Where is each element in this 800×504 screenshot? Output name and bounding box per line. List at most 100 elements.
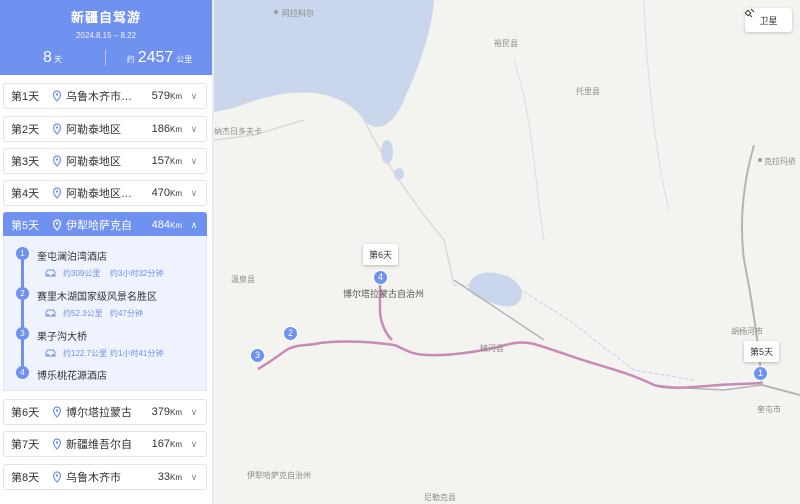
location-pin-icon <box>52 438 62 450</box>
location-pin-icon <box>52 406 62 418</box>
day-label: 第1天 <box>11 91 40 103</box>
day-row-4[interactable]: 第4天 阿勒泰地区… 470Km ∨ <box>3 180 207 206</box>
route-marker-4[interactable]: 4 <box>373 270 388 285</box>
map-label-jinghe: 精河县 <box>480 344 504 353</box>
route-marker-2[interactable]: 2 <box>283 326 298 341</box>
day-row-1[interactable]: 第1天 乌鲁木齐市… 579Km ∨ <box>3 83 207 109</box>
map-label-yumin: 裕民县 <box>494 39 518 48</box>
map-label-wenquan: 温泉县 <box>231 275 255 284</box>
segment-info: 约309公里 约3小时32分钟 <box>4 266 208 280</box>
map-label-tuoli: 托里县 <box>576 87 600 96</box>
stop-item[interactable]: 4 博乐桃花源酒店 <box>4 363 208 383</box>
day-row-5[interactable]: 第5天 伊犁哈萨克自… 484Km ∧ <box>3 212 207 238</box>
day-place: 阿勒泰地区… <box>66 188 131 200</box>
day-detail-panel: 1 奎屯澜泊湾酒店 约309公里 约3小时32分钟 2 赛里木湖国家级风景名胜区… <box>3 236 207 391</box>
segment-distance: 约52.3公里 <box>63 309 103 318</box>
day-place: 乌鲁木齐市 <box>66 472 121 484</box>
map-canvas <box>214 0 800 396</box>
route-marker-1[interactable]: 1 <box>753 366 768 381</box>
river <box>643 0 670 211</box>
stop-number: 2 <box>16 287 29 300</box>
satellite-label: 卫星 <box>759 15 778 26</box>
map-label-bortala: 博尔塔拉蒙古自治州 <box>343 289 425 299</box>
segment-info: 约122.7公里 约1小时41分钟 <box>4 346 208 360</box>
trip-title: 新疆自驾游 <box>70 10 141 25</box>
stop-item[interactable]: 3 果子沟大桥 <box>4 324 208 344</box>
segment-time: 约47分钟 <box>110 309 143 318</box>
trip-dates: 2024.8.15 – 8.22 <box>75 31 137 40</box>
segment-time: 约1小时41分钟 <box>110 349 164 358</box>
day-label: 第6天 <box>11 407 40 419</box>
day-label: 第7天 <box>11 439 40 451</box>
map-label-nileke: 尼勒克县 <box>424 493 456 502</box>
route-line <box>257 340 762 389</box>
map-label-kuitun: 奎屯市 <box>757 405 781 414</box>
route-map[interactable]: 阿拉科尔 裕民县 托里县 纳杰日多夫卡 克拉玛依 温泉县 博尔塔拉蒙古自治州 精… <box>214 0 800 504</box>
day-distance: 186Km <box>151 123 182 135</box>
satellite-icon <box>745 8 755 18</box>
map-label-kelamayi: 克拉玛依 <box>764 157 796 166</box>
location-pin-icon <box>52 90 62 102</box>
stop-name: 奎屯澜泊湾酒店 <box>37 252 107 263</box>
segment-time: 约3小时32分钟 <box>110 269 164 278</box>
day-distance: 579Km <box>151 90 182 102</box>
day-place: 乌鲁木齐市… <box>66 91 131 103</box>
chevron-down-icon[interactable]: ∨ <box>188 472 200 483</box>
itinerary-sidebar: 新疆自驾游 2024.8.15 – 8.22 8天 约 2457 公里 第1天 乌鲁… <box>0 0 213 504</box>
stop-number: 3 <box>16 327 29 340</box>
route-marker-3[interactable]: 3 <box>250 348 265 363</box>
map-label-hutubi: 胡杨河市 <box>731 327 763 336</box>
day-distance: 379Km <box>151 406 182 418</box>
day-place: 新疆维吾尔自… <box>66 439 131 451</box>
chevron-down-icon[interactable]: ∨ <box>188 91 200 102</box>
car-icon <box>45 349 56 357</box>
satellite-toggle-button[interactable]: 卫星 <box>745 8 792 32</box>
day-place: 阿勒泰地区 <box>66 156 121 168</box>
stop-name: 赛里木湖国家级风景名胜区 <box>37 292 157 303</box>
day-place: 博尔塔拉蒙古… <box>66 407 131 419</box>
location-pin-icon <box>52 219 62 231</box>
day-place: 阿勒泰地区 <box>66 124 121 136</box>
day-row-7[interactable]: 第7天 新疆维吾尔自… 167Km ∨ <box>3 431 207 457</box>
location-pin-icon <box>52 123 62 135</box>
day-row-2[interactable]: 第2天 阿勒泰地区 186Km ∨ <box>3 116 207 142</box>
chevron-down-icon[interactable]: ∨ <box>188 439 200 450</box>
chevron-down-icon[interactable]: ∨ <box>188 188 200 199</box>
stop-number: 4 <box>16 366 29 379</box>
chevron-up-icon[interactable]: ∧ <box>188 220 200 231</box>
stop-item[interactable]: 1 奎屯澜泊湾酒店 <box>4 244 208 264</box>
chevron-down-icon[interactable]: ∨ <box>188 156 200 167</box>
car-icon <box>45 309 56 317</box>
day-row-8[interactable]: 第8天 乌鲁木齐市 33Km ∨ <box>3 464 207 490</box>
day-6-tag: 第6天 <box>363 244 399 265</box>
stop-number: 1 <box>16 247 29 260</box>
day-label: 第5天 <box>11 220 40 232</box>
city-dot <box>274 10 278 14</box>
day-label: 第8天 <box>11 472 40 484</box>
segment-distance: 约122.7公里 <box>63 349 108 358</box>
location-pin-icon <box>52 471 62 483</box>
river <box>513 59 545 241</box>
chevron-down-icon[interactable]: ∨ <box>188 124 200 135</box>
trip-days: 8天 <box>43 49 62 66</box>
day-distance: 167Km <box>151 438 182 450</box>
location-pin-icon <box>52 155 62 167</box>
segment-info: 约52.3公里 约47分钟 <box>4 306 208 320</box>
day-distance: 157Km <box>151 155 182 167</box>
stop-name: 博乐桃花源酒店 <box>37 371 107 382</box>
day-row-6[interactable]: 第6天 博尔塔拉蒙古… 379Km ∨ <box>3 399 207 425</box>
car-icon <box>45 269 56 277</box>
day-row-3[interactable]: 第3天 阿勒泰地区 157Km ∨ <box>3 148 207 174</box>
stop-name: 果子沟大桥 <box>37 332 87 343</box>
day-5-tag: 第5天 <box>744 341 780 362</box>
day-distance: 484Km <box>151 219 182 231</box>
chevron-down-icon[interactable]: ∨ <box>188 407 200 418</box>
day-distance: 470Km <box>151 187 182 199</box>
day-label: 第3天 <box>11 156 40 168</box>
lake-alakol <box>214 0 434 127</box>
day-label: 第2天 <box>11 124 40 136</box>
map-label-ili: 伊犁哈萨克自治州 <box>247 471 311 480</box>
border-line <box>214 119 455 286</box>
day-distance: 33Km <box>157 471 182 483</box>
stop-item[interactable]: 2 赛里木湖国家级风景名胜区 <box>4 284 208 304</box>
